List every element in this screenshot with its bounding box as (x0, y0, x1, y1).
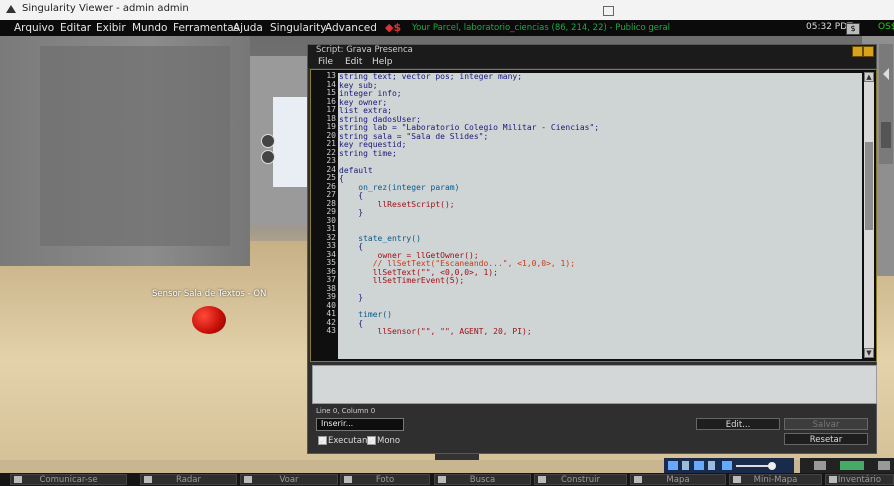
script-editor-window: Script: Grava Presenca File Edit Help 13… (307, 44, 877, 454)
minimize-icon[interactable] (852, 46, 863, 57)
buy-currency-icon[interactable]: $ (846, 23, 860, 35)
code-line: on_rez(integer param) (339, 182, 460, 192)
toolbar-minimap[interactable]: Mini-Mapa (729, 474, 822, 485)
menu-ferramentas[interactable]: Ferramentas (173, 22, 239, 34)
menu-file[interactable]: File (318, 57, 333, 67)
media-play-icon[interactable] (664, 458, 794, 473)
mono-checkbox[interactable]: ✓ Mono (367, 436, 401, 447)
save-button[interactable]: Salvar (784, 418, 868, 430)
lindens-logo-icon[interactable]: ◆$ (385, 21, 401, 34)
parcel-info[interactable]: Your Parcel, laboratorio_ciencias (86, 2… (412, 23, 670, 33)
menu-edit[interactable]: Edit (345, 57, 362, 67)
code-line: integer info; (339, 89, 402, 98)
window-title: Singularity Viewer - admin admin (22, 3, 189, 14)
singularity-app-icon (6, 5, 16, 13)
toolbar-minimap-label: Mini-Mapa (753, 475, 798, 485)
sensor-hover-text: Sensor Sala de Textos - ON (152, 289, 267, 299)
line-number-gutter: 13 14 15 16 17 18 19 20 21 22 23 24 25 26 27 28 29 30 31 32… (316, 71, 336, 336)
window-title-bar: Singularity Viewer - admin admin (0, 0, 894, 21)
cursor-position: Line 0, Column 0 (316, 407, 376, 415)
code-line: string text; vector pos; integer many; (339, 73, 523, 81)
bottom-toolbar: Comunicar-se Radar Voar Foto Busca Const… (0, 473, 894, 486)
code-line: string sala = "Sala de Slides"; (339, 131, 489, 141)
line-number: 43 (326, 326, 336, 335)
wall-shadow (40, 46, 230, 246)
toolbar-map-label: Mapa (666, 475, 690, 485)
code-line: } (339, 208, 364, 217)
hud-arrows-icon[interactable] (877, 44, 894, 164)
menu-mundo[interactable]: Mundo (132, 22, 167, 34)
code-line: key sub; (339, 80, 378, 90)
menu-help[interactable]: Help (372, 57, 393, 67)
toolbar-build[interactable]: Construir (534, 474, 627, 485)
code-line: key owner; (339, 97, 388, 107)
camera-icon[interactable] (800, 458, 894, 473)
menu-advanced[interactable]: Advanced (325, 22, 377, 34)
toolbar-fly-label: Voar (279, 475, 299, 485)
toolbar-snapshot-label: Foto (375, 475, 395, 485)
toolbar-communicate[interactable]: Comunicar-se (10, 474, 127, 485)
toolbar-build-label: Construir (560, 475, 601, 485)
right-hud[interactable] (877, 44, 894, 164)
restore-window-icon[interactable] (603, 6, 614, 16)
code-line: string time; (339, 148, 397, 158)
toolbar-radar[interactable]: Radar (140, 474, 237, 485)
code-line: llSensor("", "", AGENT, 20, PI); (339, 327, 532, 336)
insert-dropdown-label: Inserir... (321, 419, 354, 428)
code-text-area[interactable]: string text; vector pos; integer many; ke… (338, 73, 862, 359)
toolbar-snapshot[interactable]: Foto (340, 474, 430, 485)
script-editor-title: Script: Grava Presenca (316, 45, 413, 55)
scroll-thumb[interactable] (865, 142, 873, 230)
code-line: default (339, 165, 373, 175)
script-editor-title-bar[interactable]: Script: Grava Presenca (308, 45, 876, 57)
toolbar-map[interactable]: Mapa (630, 474, 726, 485)
code-editor[interactable]: 13 14 15 16 17 18 19 20 21 22 23 24 25 26 27 28 29 30 31 32… (310, 69, 877, 362)
code-line: key requestid; (339, 140, 407, 149)
edit-button[interactable]: Edit... (696, 418, 780, 430)
checkbox-checked-icon: ✓ (318, 436, 327, 447)
mono-label: Mono (377, 436, 401, 446)
menu-ajuda[interactable]: Ajuda (233, 22, 263, 34)
checkbox-checked-icon: ✓ (367, 436, 376, 447)
menu-singularity[interactable]: Singularity (270, 22, 326, 34)
menu-exibir[interactable]: Exibir (96, 22, 126, 34)
running-checkbox[interactable]: ✓ Executanc (318, 436, 373, 447)
reset-button[interactable]: Resetar (784, 433, 868, 445)
running-label: Executanc (328, 436, 373, 446)
toolbar-inventory-label: Inventário (837, 475, 882, 485)
menu-arquivo[interactable]: Arquivo (14, 22, 54, 34)
toolbar-radar-label: Radar (175, 475, 202, 485)
toolbar-fly[interactable]: Voar (240, 474, 338, 485)
sensor-object[interactable] (192, 306, 226, 334)
slide-prev-icon[interactable] (261, 134, 275, 148)
balance[interactable]: OS$ (878, 22, 894, 32)
compile-output-panel[interactable] (312, 365, 877, 404)
toolbar-communicate-label: Comunicar-se (39, 475, 98, 485)
code-line: } (339, 293, 364, 302)
toolbar-inventory[interactable]: Inventário (825, 474, 894, 485)
menu-bar: Arquivo Editar Exibir Mundo Ferramentas … (0, 20, 894, 36)
code-line: timer() (339, 310, 392, 319)
close-icon[interactable] (863, 46, 874, 57)
scroll-down-icon[interactable]: ▼ (864, 348, 874, 358)
toolbar-search[interactable]: Busca (434, 474, 531, 485)
media-controls[interactable] (664, 458, 794, 473)
menu-editar[interactable]: Editar (60, 22, 91, 34)
slide-next-icon[interactable] (261, 150, 275, 164)
code-line: state_entry() (339, 233, 421, 243)
toolbar-search-label: Busca (469, 475, 496, 485)
code-scrollbar[interactable]: ▲ ▼ (864, 72, 874, 358)
scroll-up-icon[interactable]: ▲ (864, 72, 874, 82)
code-text[interactable]: string text; vector pos; integer many; ke… (338, 73, 862, 337)
code-line: llSetTimerEvent(5); (339, 276, 465, 285)
insert-dropdown[interactable]: Inserir... (316, 418, 404, 431)
camera-controls[interactable] (800, 458, 894, 473)
code-line: llResetScript(); (339, 199, 455, 209)
slide-board[interactable] (272, 96, 312, 188)
script-editor-menu: File Edit Help (308, 57, 876, 68)
